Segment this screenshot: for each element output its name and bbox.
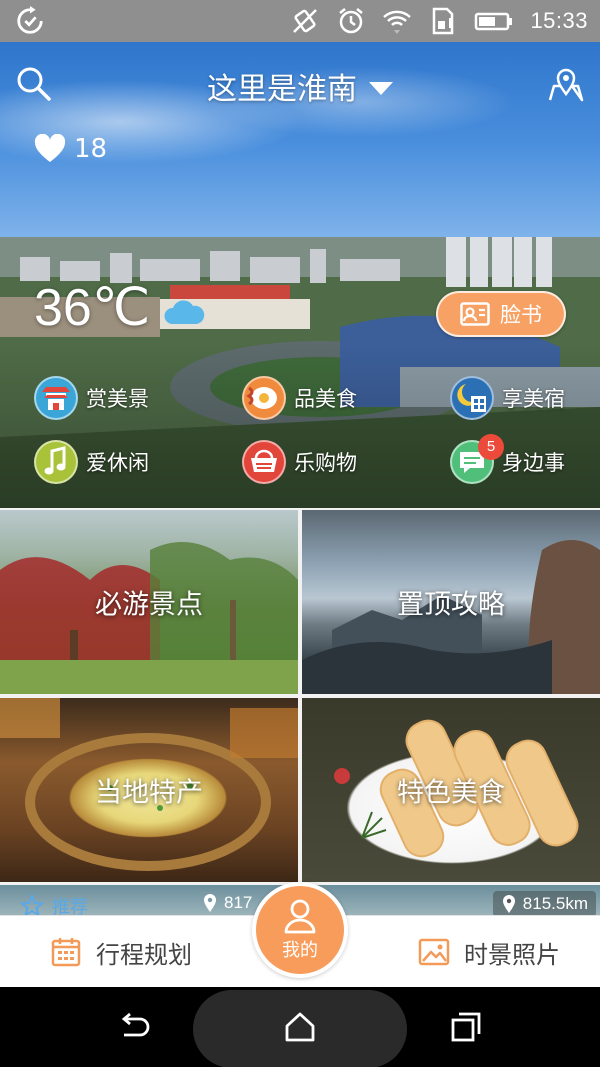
notification-badge: 5 [478,434,504,460]
tab-trip-planning[interactable]: 行程规划 [50,916,192,988]
feature-grid: 必游景点 置顶攻略 当地特产 特色美食 [0,510,600,882]
category-label: 身边事 [502,451,565,475]
category-label: 品美食 [294,387,357,411]
battery-icon [475,12,513,31]
sim-card-icon [433,7,454,35]
wifi-icon [383,10,412,34]
tile-local-specialties[interactable]: 当地特产 [0,698,298,882]
facebook-button[interactable]: 脸书 [436,291,566,337]
clock-time: 15:33 [530,8,588,33]
tile-label: 置顶攻略 [397,589,505,621]
heart-icon [34,134,66,162]
user-icon [284,899,316,934]
city-selector[interactable]: 这里是淮南 [0,64,600,108]
contact-card-icon [460,302,490,326]
shopping-basket-icon [242,440,286,484]
temple-icon [34,376,78,420]
map-location-icon[interactable] [546,64,586,104]
tile-signature-food[interactable]: 特色美食 [302,698,600,882]
tab-scenic-photos[interactable]: 时景照片 [418,916,560,988]
distance-value: 815.5km [522,894,588,913]
alarm-icon [339,8,364,34]
tile-must-visit[interactable]: 必游景点 [0,510,298,694]
tab-label: 我的 [282,940,318,961]
category-label: 爱休闲 [86,451,149,475]
chat-bubble-icon: 5 [450,434,504,484]
category-scenery[interactable]: 赏美景 [34,376,149,420]
calendar-icon [51,938,81,967]
category-food[interactable]: 品美食 [242,376,357,420]
facebook-label: 脸书 [500,303,542,327]
tile-label: 必游景点 [95,589,203,621]
sync-icon [17,6,43,34]
hotel-night-icon [450,376,494,420]
category-nearby[interactable]: 5 身边事 [450,434,565,484]
system-nav-bar [0,987,600,1067]
category-menu: 赏美景 品美食 享美宿 爱休闲 乐购物 5 身边事 [0,372,600,492]
location-pin-icon [502,895,515,913]
egg-bacon-icon [242,376,286,420]
temperature-readout: 36℃ [34,279,151,337]
hero-toolbar: 这里是淮南 [0,42,600,126]
tab-label: 时景照片 [464,940,560,969]
likes-count: 18 [74,134,108,164]
city-hero-banner: 这里是淮南 18 36℃ 脸书 赏美景 品美食 享美宿 爱休闲 乐购物 5 身边… [0,42,600,508]
category-label: 赏美景 [86,387,149,411]
tile-label: 当地特产 [95,777,203,809]
status-bar: 15:33 [0,0,600,42]
tile-top-guides[interactable]: 置顶攻略 [302,510,600,694]
category-leisure[interactable]: 爱休闲 [34,440,149,484]
category-label: 乐购物 [294,451,357,475]
city-title-label: 这里是淮南 [207,72,357,107]
home-icon[interactable] [282,1009,318,1045]
category-shopping[interactable]: 乐购物 [242,440,357,484]
tile-label: 特色美食 [397,777,505,809]
like-counter[interactable]: 18 [34,134,107,164]
distance-right: 815.5km [492,891,596,917]
cloud-icon [164,300,205,324]
category-lodging[interactable]: 享美宿 [450,376,565,420]
tab-mine-button[interactable]: 我的 [252,882,348,978]
music-note-icon [34,440,78,484]
back-icon[interactable] [116,1009,152,1045]
distance-left: 817 [202,893,252,913]
recent-apps-icon[interactable] [448,1009,484,1045]
category-label: 享美宿 [502,387,565,411]
vibrate-off-icon [293,9,318,33]
tab-label: 行程规划 [96,940,192,969]
app-screen: 15:33 这里是淮南 18 36℃ 脸书 赏美景 品美食 享美宿 爱休闲 乐购… [0,0,600,1067]
distance-value: 817 [224,893,253,912]
chevron-down-icon [369,82,393,95]
location-pin-icon [204,894,216,912]
image-icon [418,938,450,966]
